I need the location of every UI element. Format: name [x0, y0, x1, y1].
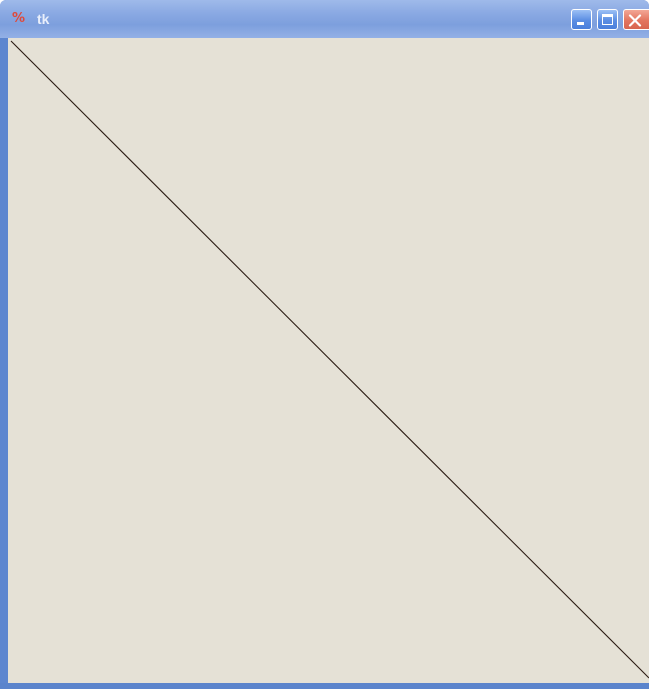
tk-window: % tk — [0, 0, 649, 689]
maximize-icon — [602, 14, 613, 25]
diagonal-line — [10, 40, 649, 679]
window-bottom-border — [0, 683, 649, 689]
maximize-button[interactable] — [597, 9, 618, 30]
tk-feather-icon[interactable]: % — [12, 11, 32, 27]
close-button[interactable] — [623, 9, 649, 30]
close-icon — [628, 14, 642, 27]
minimize-icon — [577, 22, 584, 25]
window-title: tk — [37, 11, 50, 27]
canvas-area[interactable] — [8, 38, 649, 683]
tk-canvas[interactable] — [8, 38, 649, 683]
minimize-button[interactable] — [571, 9, 592, 30]
title-bar[interactable]: % tk — [0, 0, 649, 38]
